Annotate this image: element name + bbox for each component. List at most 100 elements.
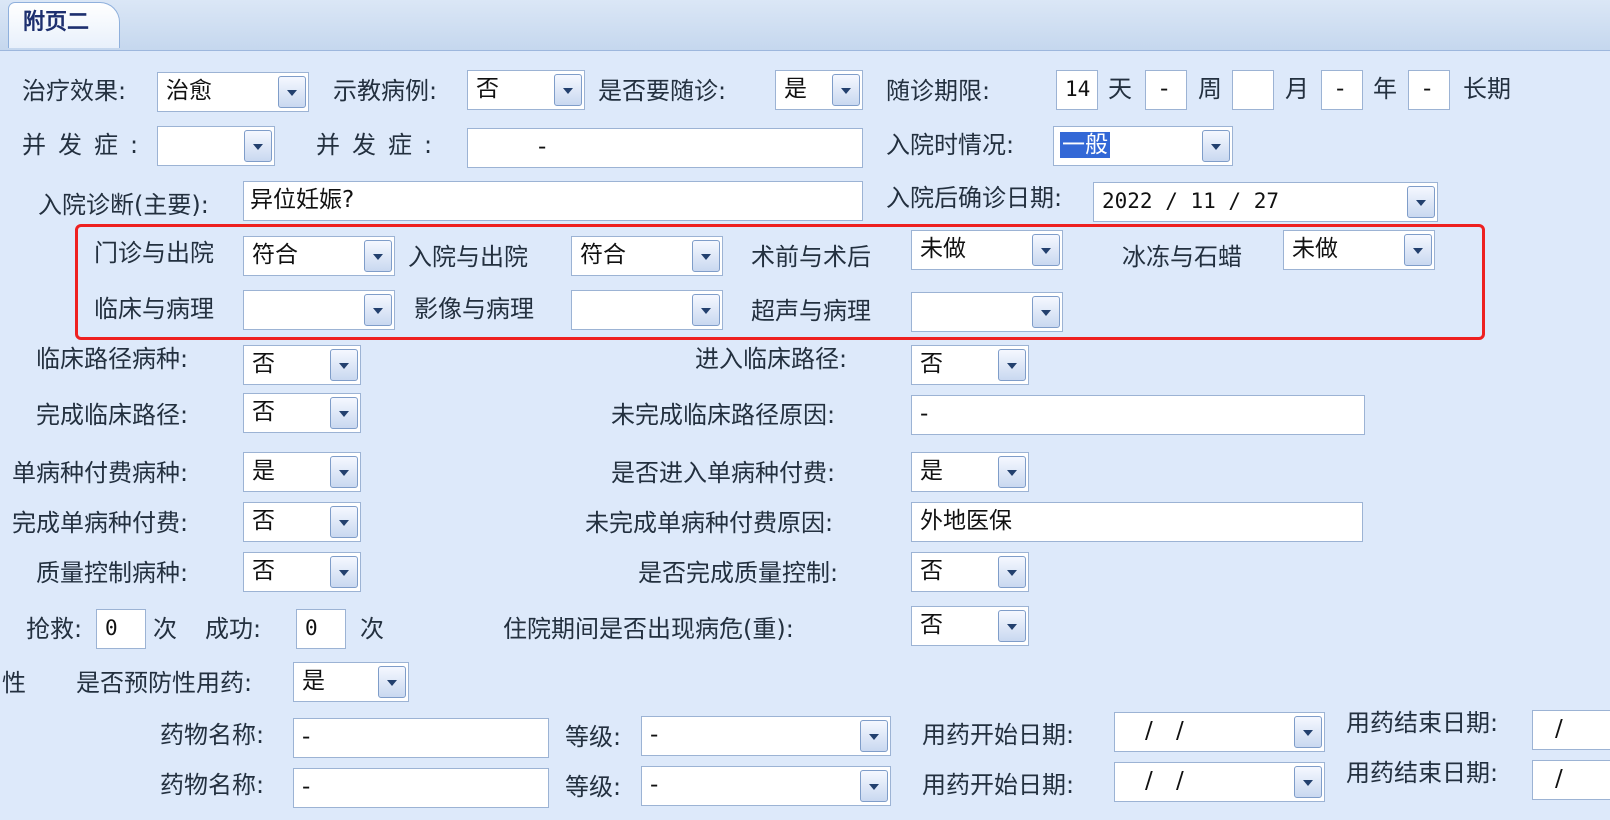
- drug-start-date-label: 用药开始日期:: [922, 771, 1075, 799]
- chevron-down-icon[interactable]: [330, 456, 358, 488]
- frozen-paraffin-select[interactable]: 未做: [1283, 230, 1435, 270]
- prevention-select[interactable]: 是: [293, 662, 409, 702]
- chevron-down-icon[interactable]: [1407, 186, 1435, 218]
- followup-weeks-value: -: [1160, 76, 1169, 102]
- drug-grade-label: 等级:: [565, 773, 622, 801]
- chevron-down-icon[interactable]: [692, 294, 720, 326]
- followup-years-input[interactable]: -: [1321, 70, 1363, 110]
- chevron-down-icon[interactable]: [330, 506, 358, 538]
- drug-end-date-label: 用药结束日期:: [1346, 759, 1499, 787]
- chevron-down-icon[interactable]: [998, 610, 1026, 642]
- pathway-disease-select[interactable]: 否: [243, 345, 361, 385]
- treatment-effect-select[interactable]: 治愈: [157, 72, 309, 112]
- chevron-down-icon[interactable]: [832, 74, 860, 106]
- admission-condition-select[interactable]: 一般: [1053, 126, 1233, 166]
- chevron-down-icon[interactable]: [1294, 766, 1322, 798]
- drug-end-date-picker[interactable]: /: [1532, 760, 1610, 800]
- followup-months-input[interactable]: [1232, 70, 1274, 110]
- drug-start-date-value: / /: [1145, 718, 1184, 744]
- success-count-value: 0: [305, 616, 318, 640]
- complication2-input[interactable]: -: [467, 128, 863, 168]
- drug-start-date-picker[interactable]: / /: [1114, 762, 1325, 802]
- single-payment-enter-select[interactable]: 是: [911, 452, 1029, 492]
- chevron-down-icon[interactable]: [1294, 716, 1322, 748]
- quality-disease-value: 否: [252, 558, 275, 584]
- success-unit: 次: [360, 615, 384, 643]
- followup-days-input[interactable]: 14: [1056, 70, 1098, 110]
- drug-end-date-value: /: [1555, 716, 1563, 742]
- chevron-down-icon[interactable]: [998, 349, 1026, 381]
- followup-select[interactable]: 是: [775, 70, 863, 110]
- chevron-down-icon[interactable]: [278, 76, 306, 108]
- single-payment-complete-select[interactable]: 否: [243, 502, 361, 542]
- quality-disease-select[interactable]: 否: [243, 552, 361, 592]
- chevron-down-icon[interactable]: [1032, 234, 1060, 266]
- followup-longterm-input[interactable]: -: [1408, 70, 1450, 110]
- single-payment-disease-select[interactable]: 是: [243, 452, 361, 492]
- months-unit: 月: [1285, 75, 1309, 103]
- chevron-down-icon[interactable]: [330, 349, 358, 381]
- drug-grade-select[interactable]: -: [641, 716, 891, 756]
- rescue-label: 抢救:: [26, 615, 83, 643]
- tab-appendix-2[interactable]: 附页二: [8, 2, 120, 48]
- chevron-down-icon[interactable]: [1404, 234, 1432, 266]
- complication-select[interactable]: [157, 126, 275, 166]
- chevron-down-icon[interactable]: [1202, 130, 1230, 162]
- single-payment-complete-value: 否: [252, 508, 275, 534]
- drug-grade-select[interactable]: -: [641, 766, 891, 806]
- pathway-complete-select[interactable]: 否: [243, 393, 361, 433]
- confirm-date-picker[interactable]: 2022 / 11 / 27: [1093, 182, 1438, 222]
- chevron-down-icon[interactable]: [860, 770, 888, 802]
- quality-complete-select[interactable]: 否: [911, 552, 1029, 592]
- clinical-pathology-select[interactable]: [243, 290, 395, 330]
- chevron-down-icon[interactable]: [244, 130, 272, 162]
- chevron-down-icon[interactable]: [860, 720, 888, 752]
- long-term-label: 长期: [1463, 75, 1511, 103]
- admission-condition-value: 一般: [1060, 132, 1110, 158]
- followup-weeks-input[interactable]: -: [1145, 70, 1187, 110]
- chevron-down-icon[interactable]: [998, 456, 1026, 488]
- chevron-down-icon[interactable]: [692, 240, 720, 272]
- complication2-label: 并发症:: [316, 131, 445, 159]
- drug-end-date-label: 用药结束日期:: [1346, 709, 1499, 737]
- single-payment-disease-value: 是: [252, 458, 275, 484]
- outpatient-discharge-select[interactable]: 符合: [243, 236, 395, 276]
- quality-disease-label: 质量控制病种:: [36, 559, 189, 587]
- quality-complete-label: 是否完成质量控制:: [638, 559, 839, 587]
- quality-complete-value: 否: [920, 558, 943, 584]
- followup-value: 是: [784, 76, 807, 102]
- imaging-pathology-select[interactable]: [571, 290, 723, 330]
- preop-postop-select[interactable]: 未做: [911, 230, 1063, 270]
- chevron-down-icon[interactable]: [1032, 296, 1060, 328]
- drug-start-date-picker[interactable]: / /: [1114, 712, 1325, 752]
- outpatient-discharge-label: 门诊与出院: [94, 239, 214, 267]
- critical-label: 住院期间是否出现病危(重):: [503, 615, 794, 643]
- chevron-down-icon[interactable]: [998, 556, 1026, 588]
- chevron-down-icon[interactable]: [364, 294, 392, 326]
- drug-name-input[interactable]: -: [293, 718, 549, 758]
- pathway-enter-select[interactable]: 否: [911, 345, 1029, 385]
- admission-discharge-select[interactable]: 符合: [571, 236, 723, 276]
- chevron-down-icon[interactable]: [378, 666, 406, 698]
- pathway-incomplete-reason-input[interactable]: -: [911, 395, 1365, 435]
- ultrasound-pathology-select[interactable]: [911, 292, 1063, 332]
- chevron-down-icon[interactable]: [364, 240, 392, 272]
- critical-select[interactable]: 否: [911, 606, 1029, 646]
- pathway-complete-label: 完成临床路径:: [36, 401, 189, 429]
- pathway-complete-value: 否: [252, 399, 275, 425]
- preop-postop-label: 术前与术后: [751, 243, 871, 271]
- pathway-incomplete-reason-value: -: [920, 401, 929, 427]
- drug-name-input[interactable]: -: [293, 768, 549, 808]
- drug-end-date-picker[interactable]: /: [1532, 710, 1610, 750]
- single-payment-incomplete-reason-input[interactable]: 外地医保: [911, 502, 1363, 542]
- confirm-date-value: 2022 / 11 / 27: [1102, 189, 1280, 213]
- success-count-input[interactable]: 0: [296, 609, 346, 649]
- chevron-down-icon[interactable]: [554, 74, 582, 106]
- prevention-left-fragment: 性: [2, 669, 26, 697]
- rescue-count-input[interactable]: 0: [96, 609, 146, 649]
- teaching-case-select[interactable]: 否: [467, 70, 585, 110]
- chevron-down-icon[interactable]: [330, 397, 358, 429]
- pathway-enter-value: 否: [920, 351, 943, 377]
- chevron-down-icon[interactable]: [330, 556, 358, 588]
- diagnosis-input[interactable]: 异位妊娠?: [243, 181, 863, 221]
